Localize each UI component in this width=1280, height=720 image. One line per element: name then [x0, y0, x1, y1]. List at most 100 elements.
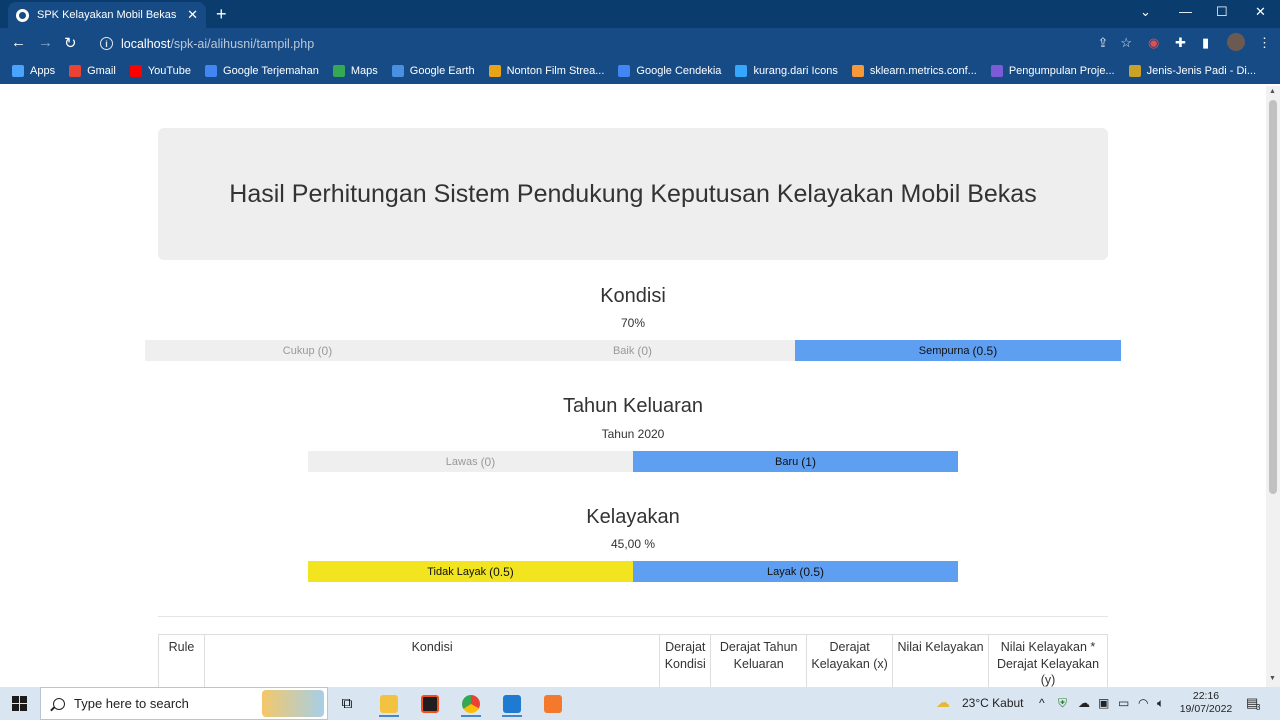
page-scrollbar[interactable]: ▲ ▼ [1266, 86, 1280, 687]
bookmark-item[interactable]: kurang.dari Icons [735, 65, 838, 77]
file-explorer-icon[interactable] [371, 690, 407, 717]
seg-label: Cukup [282, 344, 315, 357]
section-divider [158, 616, 1108, 617]
tab-favicon-icon [16, 8, 29, 22]
bookmark-label: kurang.dari Icons [753, 65, 838, 77]
weather-icon[interactable]: ☁ [936, 694, 950, 711]
xampp-icon[interactable] [535, 690, 571, 717]
bookmark-label: Google Terjemahan [223, 65, 319, 77]
menu-kebab-icon[interactable]: ⋮ [1258, 35, 1271, 51]
tab-search-icon[interactable]: ⌄ [1140, 4, 1151, 20]
security-shield-icon[interactable]: ⛨ [1058, 696, 1067, 711]
seg-label: Baik [612, 344, 635, 357]
maximize-icon[interactable]: ☐ [1216, 4, 1228, 20]
onedrive-cloud-icon[interactable]: ☁ [1078, 696, 1090, 710]
bookmark-label: Jenis-Jenis Padi - Di... [1146, 65, 1257, 77]
kondisi-seg-cukup: Cukup (0) [145, 340, 470, 361]
url-path: /spk-ai/alihusni/tampil.php [170, 36, 315, 51]
bookmark-favicon-icon [735, 65, 748, 77]
new-tab-icon[interactable]: + [216, 4, 227, 25]
address-bar[interactable]: i localhost/spk-ai/alihusni/tampil.php ⇪… [90, 31, 1140, 56]
header-jumbotron: Hasil Perhitungan Sistem Pendukung Keput… [158, 128, 1108, 260]
reload-icon[interactable]: ↻ [64, 34, 77, 52]
bookmark-favicon-icon [488, 65, 501, 77]
clock-time: 22:16 [1192, 690, 1220, 702]
bookmark-item[interactable]: Nonton Film Strea... [488, 65, 604, 77]
seg-value: (0) [480, 454, 496, 469]
kelayakan-title: Kelayakan [586, 506, 680, 528]
bookmark-item[interactable]: Maps [332, 65, 378, 77]
kondisi-seg-sempurna: Sempurna (0.5) [795, 340, 1121, 361]
tahun-value: Tahun 2020 [601, 427, 665, 441]
windows-start-icon[interactable] [12, 696, 27, 711]
seg-value: (0.5) [799, 564, 825, 579]
bookmark-favicon-icon [129, 65, 142, 77]
bookmark-star-icon[interactable]: ☆ [1120, 35, 1132, 51]
show-hidden-icons-chevron-icon[interactable]: ^ [1039, 696, 1045, 710]
bookmark-favicon-icon [332, 65, 345, 77]
bookmark-favicon-icon [205, 65, 218, 77]
kondisi-title: Kondisi [600, 285, 666, 307]
seg-label: Lawas [445, 455, 478, 468]
browser-tab[interactable]: SPK Kelayakan Mobil Bekas ✕ [8, 2, 206, 28]
bookmark-label: Gmail [87, 65, 116, 77]
url-host: localhost [121, 36, 171, 51]
system-clock[interactable]: 22:16 19/07/2022 [1176, 690, 1236, 716]
vscode-icon[interactable] [494, 690, 530, 717]
tahun-seg-lawas: Lawas (0) [308, 451, 633, 472]
close-window-icon[interactable]: ✕ [1255, 4, 1266, 20]
col-header-derajat-kondisi: Derajat Kondisi [659, 634, 712, 687]
search-icon [53, 697, 65, 710]
chrome-icon[interactable] [453, 690, 489, 717]
kondisi-value: 70% [620, 316, 646, 330]
col-header-derajat-tahun: Derajat Tahun Keluaran [710, 634, 808, 687]
col-header-rule: Rule [158, 634, 205, 687]
bookmark-favicon-icon [1128, 65, 1141, 77]
bookmark-item[interactable]: Apps [12, 65, 55, 77]
bookmark-label: Google Earth [409, 65, 475, 77]
scroll-up-icon[interactable]: ▲ [1269, 88, 1276, 95]
bookmark-item[interactable]: Google Terjemahan [205, 65, 319, 77]
tab-strip: SPK Kelayakan Mobil Bekas ✕ + ⌄ — ☐ ✕ [0, 0, 1280, 28]
bookmark-item[interactable]: Google Earth [391, 65, 475, 77]
side-panel-icon[interactable]: ▮ [1202, 35, 1209, 51]
bookmark-item[interactable]: Pengumpulan Proje... [990, 65, 1115, 77]
battery-icon[interactable]: ▭ [1118, 696, 1129, 710]
bookmark-item[interactable]: YouTube [129, 65, 191, 77]
scroll-thumb[interactable] [1269, 100, 1277, 494]
extensions-puzzle-icon[interactable]: ✚ [1175, 35, 1186, 51]
bookmark-favicon-icon [391, 65, 404, 77]
profile-avatar[interactable] [1227, 33, 1245, 51]
bookmark-item[interactable]: Google Cendekia [618, 65, 721, 77]
task-view-icon[interactable]: ⧉ [329, 690, 365, 717]
weather-text[interactable]: 23°C Kabut [962, 696, 1024, 710]
extension-eye-icon[interactable]: ◉ [1148, 35, 1159, 51]
volume-icon[interactable]: 🔈︎ [1157, 696, 1164, 711]
seg-label: Layak [766, 565, 797, 578]
bookmark-item[interactable]: sklearn.metrics.conf... [851, 65, 977, 77]
tab-title: SPK Kelayakan Mobil Bekas [37, 9, 177, 21]
bookmark-favicon-icon [990, 65, 1003, 77]
site-info-icon[interactable]: i [100, 37, 113, 50]
back-icon[interactable]: ← [11, 34, 26, 51]
kondisi-bar: Cukup (0) Baik (0) Sempurna (0.5) [145, 340, 1121, 361]
bookmark-item[interactable]: Gmail [69, 65, 116, 77]
bookmark-label: sklearn.metrics.conf... [869, 65, 977, 77]
wifi-icon[interactable]: ◠ [1138, 696, 1148, 710]
device-icon[interactable]: ▣ [1098, 696, 1109, 710]
close-tab-icon[interactable]: ✕ [187, 7, 198, 23]
forward-icon[interactable]: → [38, 34, 53, 51]
seg-label: Sempurna [918, 344, 970, 357]
seg-value: (0) [317, 343, 333, 358]
apps-grid-icon [12, 65, 24, 77]
share-icon[interactable]: ⇪ [1097, 35, 1108, 51]
kondisi-seg-baik: Baik (0) [470, 340, 795, 361]
minimize-icon[interactable]: — [1179, 4, 1192, 19]
search-highlight-image[interactable] [262, 690, 324, 717]
figma-icon[interactable] [412, 690, 448, 717]
scroll-down-icon[interactable]: ▼ [1269, 675, 1276, 682]
bookmark-item[interactable]: Jenis-Jenis Padi - Di... [1128, 65, 1257, 77]
rules-table: Rule Kondisi Derajat Kondisi Derajat Tah… [158, 634, 1108, 687]
seg-value: (1) [801, 454, 816, 469]
bookmark-favicon-icon [618, 65, 631, 77]
